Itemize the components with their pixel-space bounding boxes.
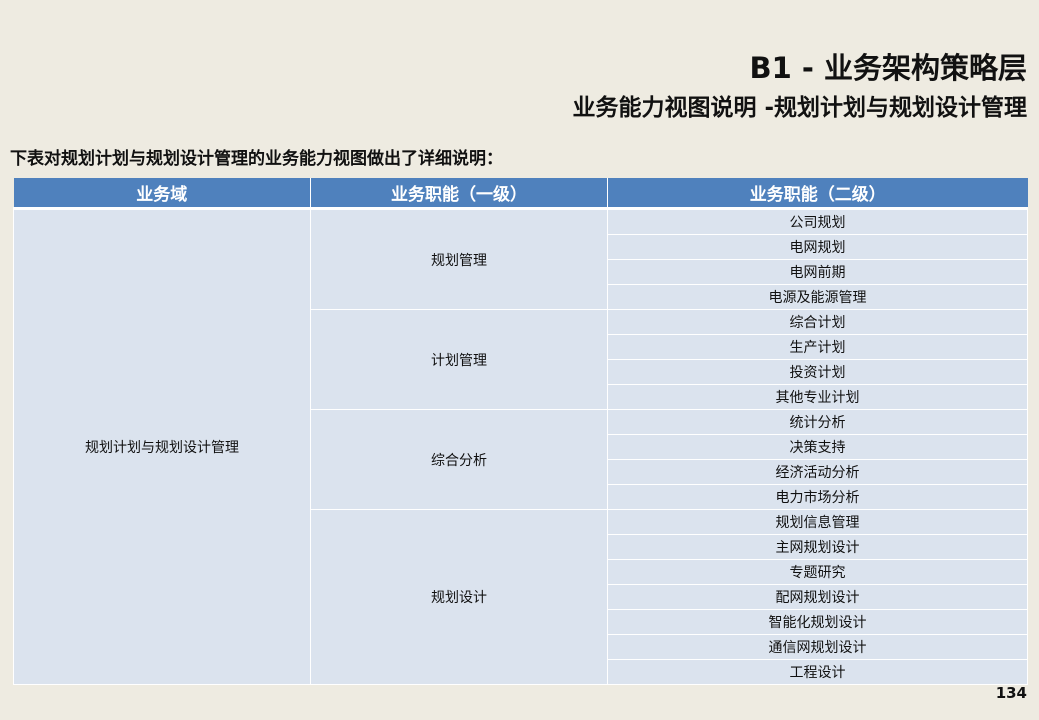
column-header-level1: 业务职能（一级） (310, 178, 608, 210)
level2-cell: 综合计划 (607, 309, 1028, 335)
domain-cell: 规划计划与规划设计管理 (13, 208, 311, 685)
level2-cell: 电网规划 (607, 234, 1028, 260)
table-row: 规划计划与规划设计管理 规划管理 公司规划 (13, 208, 1028, 685)
level2-cell: 通信网规划设计 (607, 634, 1028, 660)
level1-cell: 计划管理 (310, 309, 608, 410)
level1-cell: 综合分析 (310, 409, 608, 510)
column-header-domain: 业务域 (13, 178, 311, 210)
level2-cell: 规划信息管理 (607, 509, 1028, 535)
column-header-level2: 业务职能（二级） (607, 178, 1028, 210)
level2-cell: 公司规划 (607, 208, 1028, 235)
slide-subtitle: 业务能力视图说明 -规划计划与规划设计管理 (572, 95, 1027, 121)
level2-cell: 电力市场分析 (607, 484, 1028, 510)
table-header-row: 业务域 业务职能（一级） 业务职能（二级） (13, 178, 1028, 210)
level2-cell: 生产计划 (607, 334, 1028, 360)
level2-cell: 统计分析 (607, 409, 1028, 435)
level2-cell: 电源及能源管理 (607, 284, 1028, 310)
level2-cell: 电网前期 (607, 259, 1028, 285)
intro-text: 下表对规划计划与规划设计管理的业务能力视图做出了详细说明： (10, 149, 503, 169)
level2-cell: 其他专业计划 (607, 384, 1028, 410)
level2-cell: 经济活动分析 (607, 459, 1028, 485)
level2-cell: 智能化规划设计 (607, 609, 1028, 635)
level2-cell: 主网规划设计 (607, 534, 1028, 560)
level1-cell: 规划设计 (310, 509, 608, 685)
level2-cell: 投资计划 (607, 359, 1028, 385)
level2-cell: 配网规划设计 (607, 584, 1028, 610)
level1-cell: 规划管理 (310, 208, 608, 310)
level2-cell: 专题研究 (607, 559, 1028, 585)
level2-cell: 工程设计 (607, 659, 1028, 685)
level2-cell: 决策支持 (607, 434, 1028, 460)
page-number: 134 (995, 684, 1027, 702)
slide-title: B1 - 业务架构策略层 (749, 51, 1027, 85)
capability-table: 业务域 业务职能（一级） 业务职能（二级） 规划计划与规划设计管理 规划管理 公… (13, 178, 1028, 685)
